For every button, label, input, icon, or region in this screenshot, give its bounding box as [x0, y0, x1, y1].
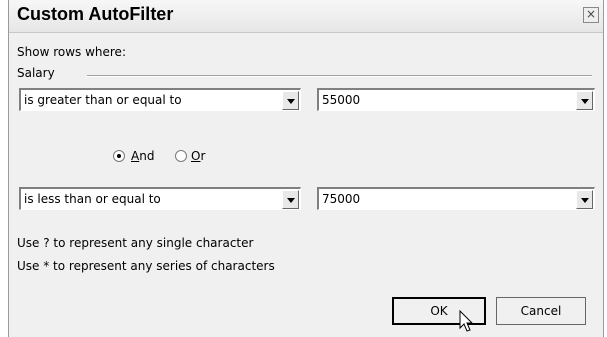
title-bar: Custom AutoFilter ×	[9, 0, 603, 33]
and-label[interactable]: And	[131, 149, 154, 163]
operator1-value: is greater than or equal to	[24, 93, 182, 107]
cancel-button[interactable]: Cancel	[496, 297, 586, 325]
value1-combobox[interactable]: 55000	[317, 88, 595, 111]
chevron-down-icon[interactable]	[282, 190, 299, 209]
custom-autofilter-dialog: Custom AutoFilter × Show rows where: Sal…	[8, 0, 604, 337]
close-icon: ×	[585, 7, 597, 21]
operator2-dropdown[interactable]: is less than or equal to	[19, 187, 301, 210]
show-rows-label: Show rows where:	[17, 45, 126, 59]
mouse-pointer-icon	[459, 310, 474, 332]
close-button[interactable]: ×	[583, 7, 599, 23]
operator1-dropdown[interactable]: is greater than or equal to	[19, 88, 301, 111]
field-name-label: Salary	[17, 66, 55, 80]
chevron-down-icon[interactable]	[282, 91, 299, 110]
chevron-down-icon[interactable]	[576, 91, 593, 110]
or-radio[interactable]	[175, 150, 187, 162]
or-label[interactable]: Or	[191, 149, 205, 163]
value2-combobox[interactable]: 75000	[317, 187, 595, 210]
value2-value: 75000	[322, 192, 361, 206]
hint-single-char: Use ? to represent any single character	[17, 236, 254, 250]
group-divider	[87, 75, 592, 77]
value1-value: 55000	[322, 93, 361, 107]
dialog-title: Custom AutoFilter	[17, 4, 174, 24]
operator2-value: is less than or equal to	[24, 192, 161, 206]
hint-series-chars: Use * to represent any series of charact…	[17, 259, 275, 273]
chevron-down-icon[interactable]	[576, 190, 593, 209]
and-radio[interactable]	[113, 150, 125, 162]
